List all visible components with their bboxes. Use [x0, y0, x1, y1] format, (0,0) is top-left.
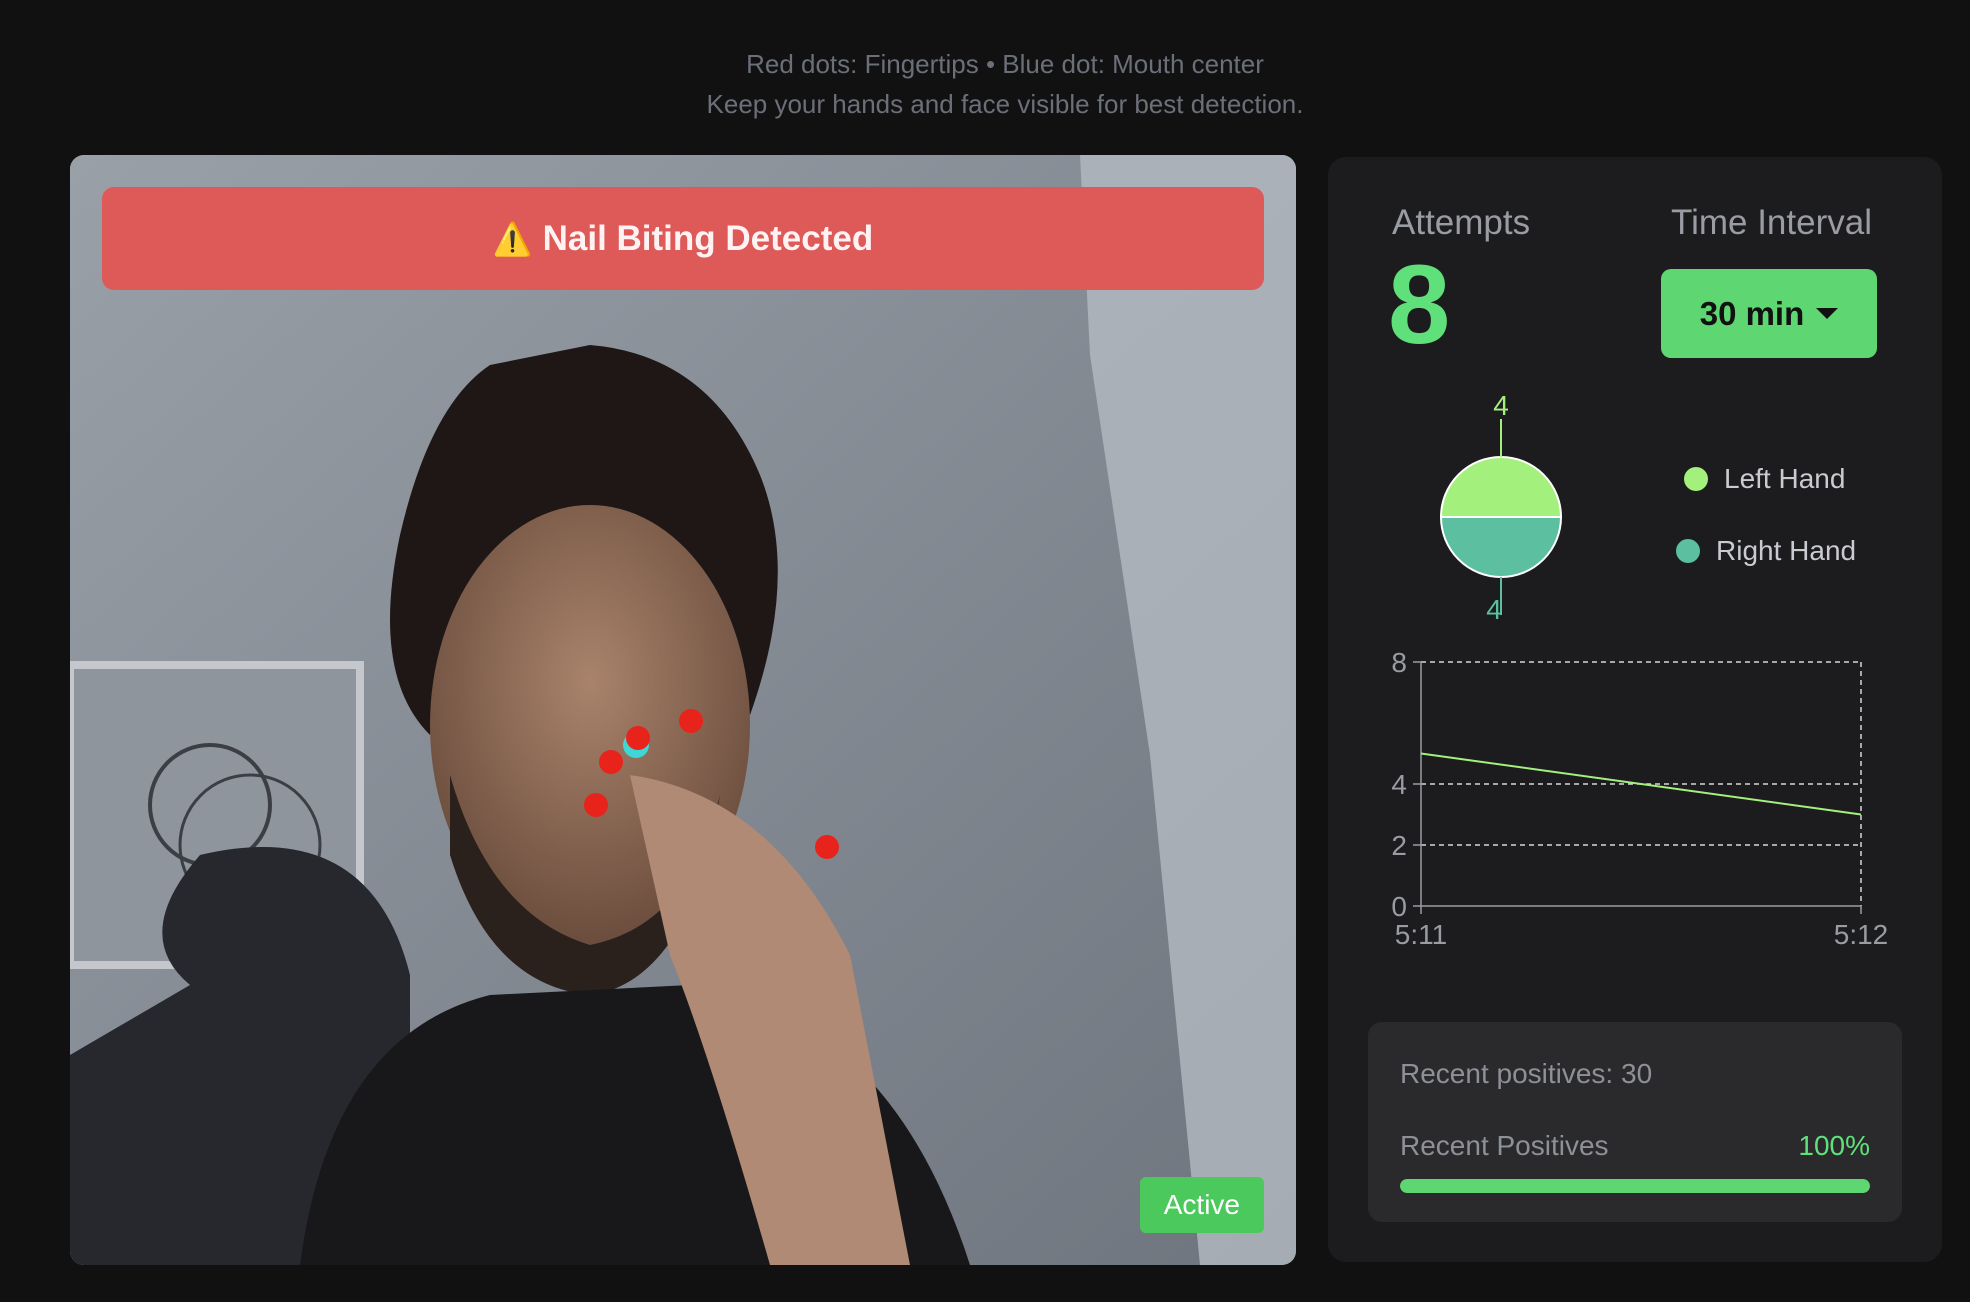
fingertip-dot: [815, 835, 839, 859]
fingertip-dot: [626, 726, 650, 750]
progress-value: 100%: [1798, 1130, 1870, 1161]
instructions: Red dots: Fingertips • Blue dot: Mouth c…: [0, 44, 1970, 124]
pie-slice-right-hand: [1439, 516, 1563, 578]
alert-text: Nail Biting Detected: [542, 218, 874, 258]
legend-label: Left Hand: [1724, 463, 1846, 494]
legend-item-right-hand: Right Hand: [1676, 535, 1856, 567]
instructions-line-1: Red dots: Fingertips • Blue dot: Mouth c…: [746, 49, 1264, 79]
camera-feed: ⚠️ Nail Biting Detected Active: [70, 155, 1296, 1265]
nail-biting-alert: ⚠️ Nail Biting Detected: [102, 187, 1264, 290]
recent-positives-box: Recent positives: 30 Recent Positives 10…: [1368, 1022, 1902, 1222]
instructions-line-2: Keep your hands and face visible for bes…: [706, 89, 1304, 119]
y-tick-label: 0: [1391, 891, 1407, 922]
y-tick-label: 8: [1391, 647, 1407, 678]
warning-icon: ⚠️: [492, 220, 533, 257]
right-hand-swatch: [1676, 539, 1700, 563]
legend-label: Right Hand: [1716, 535, 1857, 566]
x-tick-label: 5:12: [1834, 919, 1889, 950]
pie-data-label: 4: [1493, 390, 1509, 421]
y-tick-label: 2: [1391, 830, 1407, 861]
stats-panel: Attempts 8 Time Interval 30 min 4 4 0 2 4 8 5:…: [1328, 157, 1942, 1262]
progress-fill: [1400, 1179, 1870, 1193]
camera-scene: [70, 155, 1296, 1265]
pie-data-label: 4: [1486, 594, 1502, 625]
status-badge: Active: [1139, 1177, 1264, 1233]
x-tick-label: 5:11: [1395, 919, 1447, 950]
fingertip-dot: [599, 750, 623, 774]
recent-positives-count: Recent positives: 30: [1400, 1058, 1653, 1089]
left-hand-swatch: [1684, 467, 1708, 491]
fingertip-dot: [679, 709, 703, 733]
legend-item-left-hand: Left Hand: [1684, 463, 1845, 495]
y-tick-label: 4: [1391, 769, 1407, 800]
fingertip-dot: [584, 793, 608, 817]
progress-label: Recent Positives: [1400, 1130, 1609, 1161]
pie-slice-left-hand: [1439, 456, 1563, 518]
charts-area: 4 4 0 2 4 8 5:11 5:12: [1391, 390, 1889, 950]
progress-bar: [1400, 1179, 1870, 1193]
